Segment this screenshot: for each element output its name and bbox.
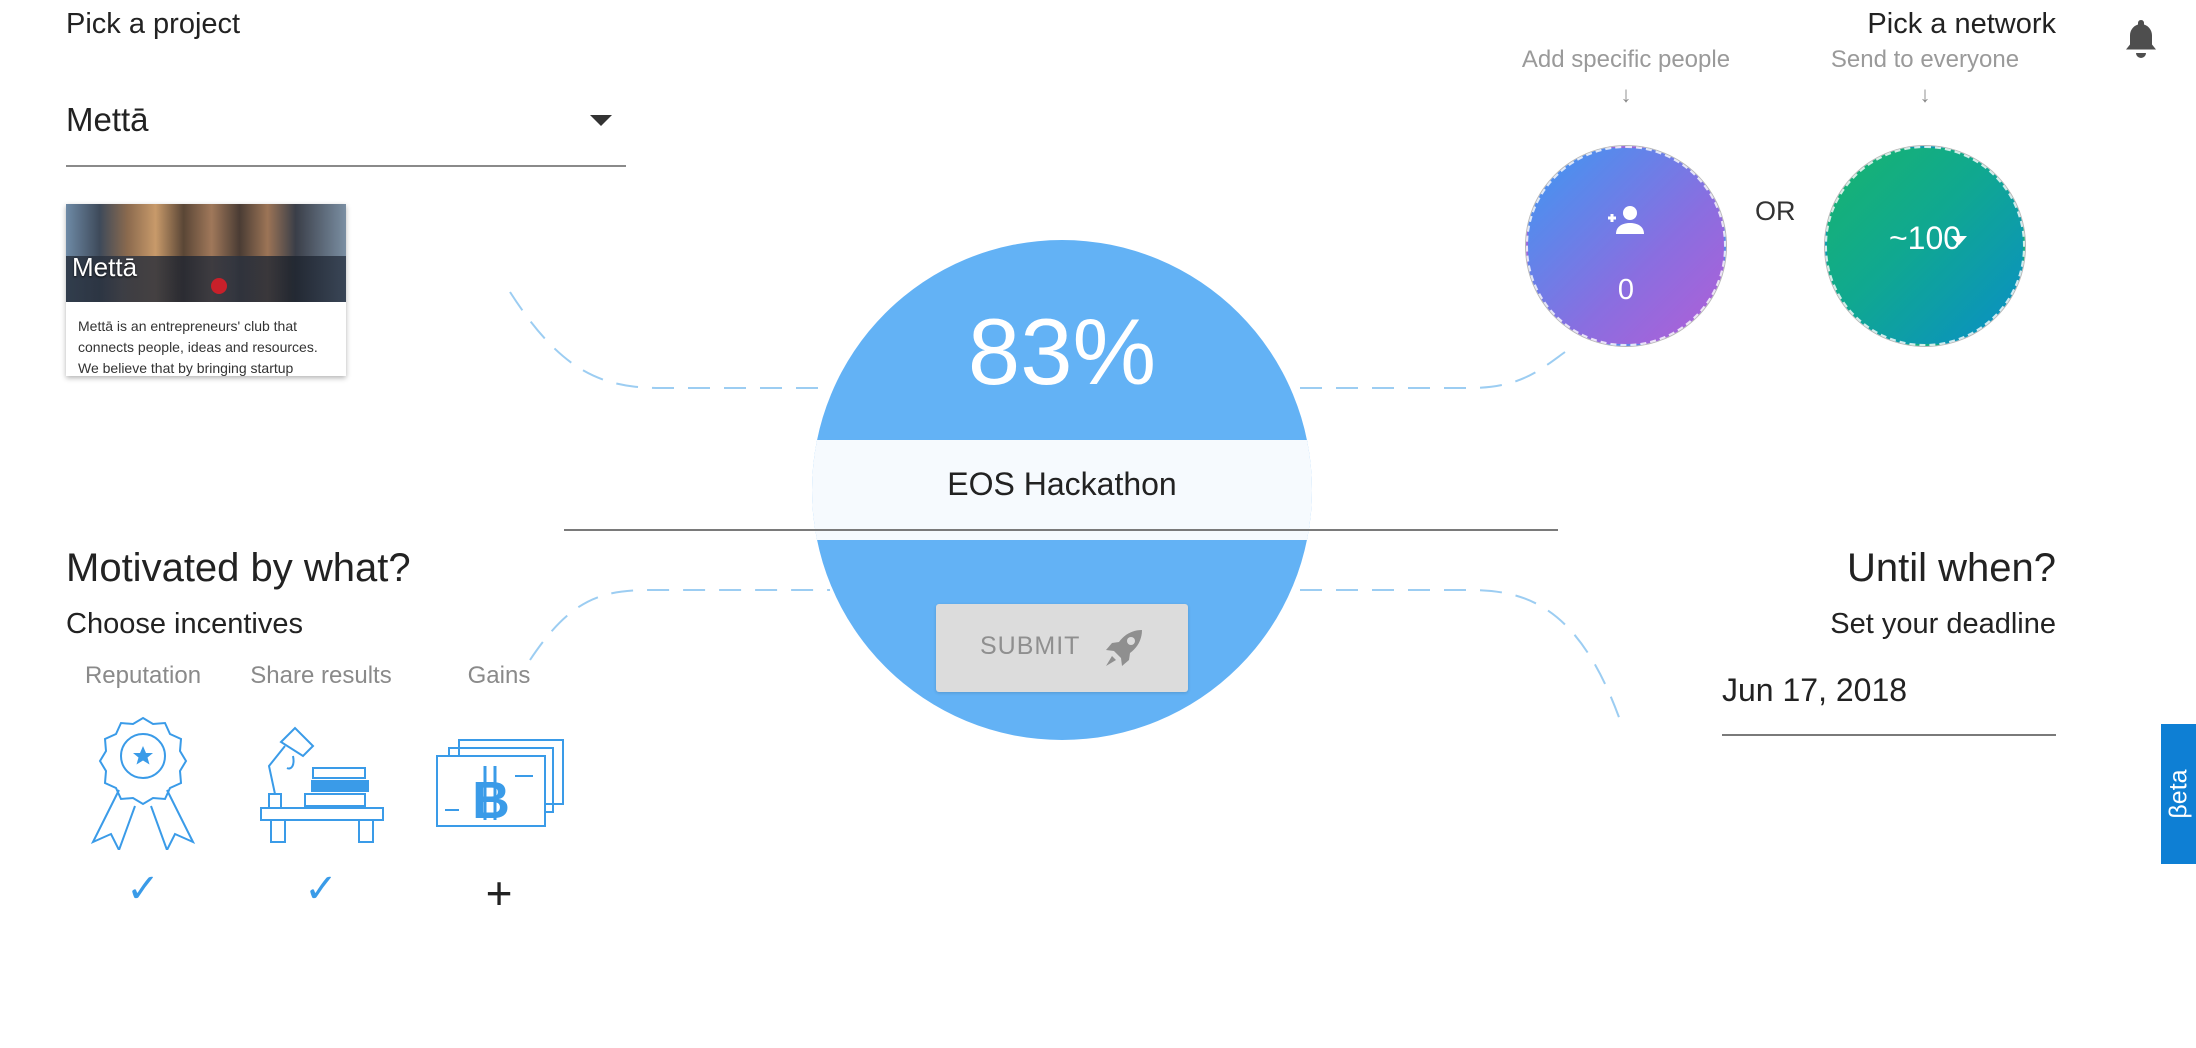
project-select-value: Mettā (66, 101, 149, 138)
title-underline (564, 529, 1558, 531)
project-select[interactable]: Mettā (66, 93, 626, 167)
or-label: OR (1755, 196, 1796, 226)
pick-project-label: Pick a project (66, 8, 241, 40)
incentive-label-gains: Gains (467, 662, 531, 689)
arrow-down-icon: ↓ (1919, 82, 1931, 107)
incentive-label-reputation: Reputation (84, 662, 202, 689)
check-icon[interactable]: ✓ (103, 866, 183, 912)
submit-button[interactable]: SUBMIT (936, 604, 1188, 692)
add-people-hint: Add specific people (1521, 46, 1731, 73)
pick-network-label: Pick a network (1867, 8, 2056, 40)
add-people-button[interactable]: 0 (1526, 146, 1726, 346)
beta-tab[interactable]: βeta (2161, 724, 2196, 864)
submit-label: SUBMIT (980, 632, 1081, 660)
people-count: 0 (1617, 274, 1635, 306)
project-card[interactable]: Mettā Mettā is an entrepreneurs' club th… (66, 204, 346, 376)
desk-lamp-books-icon[interactable] (251, 710, 391, 850)
hackathon-title-input[interactable]: EOS Hackathon (812, 466, 1312, 503)
deadline-date-value: Jun 17, 2018 (1722, 672, 1908, 708)
everyone-count: ~100 (1888, 220, 1962, 256)
chevron-down-icon[interactable] (590, 115, 612, 126)
add-icon[interactable]: + (459, 866, 539, 920)
rocket-icon (1106, 630, 1142, 666)
check-icon[interactable]: ✓ (281, 866, 361, 912)
ribbon-badge-icon[interactable] (73, 710, 213, 850)
beta-label: βeta (2164, 769, 2193, 819)
deadline-title: Until when? (1846, 546, 2056, 590)
add-person-icon (1608, 206, 1644, 234)
send-everyone-button[interactable]: ~100 (1825, 146, 2025, 346)
project-description: Mettā is an entrepreneurs' club that con… (78, 318, 318, 376)
bell-icon[interactable] (2124, 18, 2158, 60)
incentives-subtitle: Choose incentives (66, 608, 303, 640)
project-logo: Mettā (72, 252, 138, 282)
completion-percent: 83% (967, 299, 1157, 404)
arrow-down-icon: ↓ (1620, 82, 1632, 107)
incentive-label-share-results: Share results (250, 662, 392, 689)
incentives-title: Motivated by what? (66, 546, 411, 590)
deadline-subtitle: Set your deadline (1830, 608, 2056, 640)
svg-text:B: B (472, 772, 510, 830)
deadline-date-input[interactable]: Jun 17, 2018 (1722, 660, 2056, 736)
send-everyone-hint: Send to everyone (1830, 46, 2020, 73)
bitcoin-bills-icon[interactable]: B (429, 710, 569, 850)
caret-down-icon[interactable] (1951, 236, 1967, 245)
